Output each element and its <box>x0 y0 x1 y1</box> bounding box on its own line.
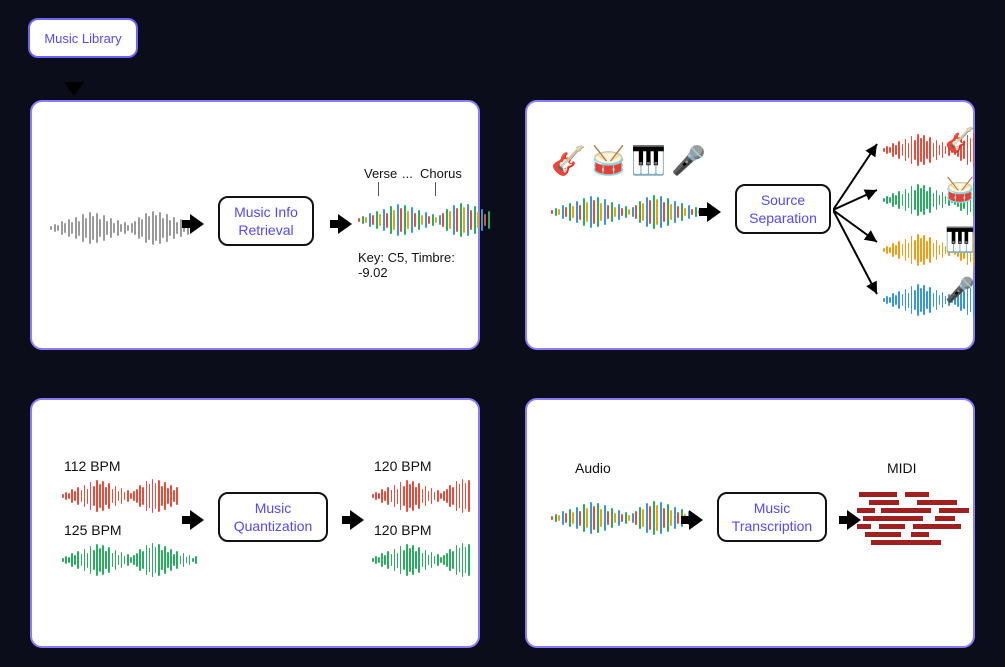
card-source-separation: 🎸 🥁 🎹 🎤 Source Separation 🎸 🥁 🎹 🎤 <box>525 100 975 350</box>
arrow-icon <box>707 202 721 222</box>
output-waveform-1-icon <box>372 478 470 514</box>
output-bpm-1: 120 BPM <box>374 458 432 474</box>
input-bpm-1: 112 BPM <box>64 458 121 474</box>
ellipsis-label: ... <box>402 166 413 181</box>
music-library-label: Music Library <box>44 31 121 46</box>
source-separation-box: Source Separation <box>735 184 831 234</box>
audio-waveform-icon <box>551 500 690 536</box>
instrument-icon-row: 🎸 🥁 🎹 🎤 <box>551 144 701 177</box>
mic-icon: 🎤 <box>671 144 701 177</box>
key-timbre-label: Key: C5, Timbre: -9.02 <box>358 250 478 280</box>
arrow-icon <box>350 510 364 530</box>
keyboard-icon: 🎹 <box>945 226 975 255</box>
input-waveform-1-icon <box>62 478 178 514</box>
chorus-label: Chorus <box>420 166 462 181</box>
card-music-info-retrieval: Music Info Retrieval Verse ... Chorus Ke… <box>30 100 480 350</box>
guitar-icon: 🎸 <box>945 126 975 155</box>
flow-arrow-icon <box>498 515 512 535</box>
guitar-icon: 🎸 <box>551 144 581 177</box>
fanout-arrows-icon <box>833 122 883 312</box>
audio-label: Audio <box>575 460 611 476</box>
music-quantization-box: Music Quantization <box>218 492 328 542</box>
input-waveform-icon <box>50 210 189 246</box>
mic-icon: 🎤 <box>945 276 975 305</box>
tick-icon <box>378 182 379 196</box>
card-music-quantization: 112 BPM 125 BPM Music Quantization 120 B… <box>30 398 480 648</box>
keyboard-icon: 🎹 <box>631 144 661 177</box>
flow-arrow-icon <box>498 218 512 238</box>
card-music-transcription: Audio Music Transcription MIDI <box>525 398 975 648</box>
drums-icon: 🥁 <box>945 176 975 205</box>
tick-icon <box>435 182 436 196</box>
music-transcription-box: Music Transcription <box>717 492 827 542</box>
input-waveform-2-icon <box>62 542 197 578</box>
arrow-icon <box>338 214 352 234</box>
verse-label: Verse <box>364 166 397 181</box>
output-waveform-2-icon <box>372 542 470 578</box>
midi-label: MIDI <box>887 460 917 476</box>
arrow-icon <box>190 214 204 234</box>
output-bpm-2: 120 BPM <box>374 522 432 538</box>
arrow-icon <box>689 510 703 530</box>
output-waveform-icon <box>358 202 490 238</box>
arrow-icon <box>190 510 204 530</box>
down-arrow-icon <box>70 70 84 96</box>
midi-pianoroll-icon <box>857 488 977 548</box>
input-bpm-2: 125 BPM <box>64 522 122 538</box>
flow-arrow-icon <box>992 218 1005 238</box>
music-library-box: Music Library <box>28 18 138 58</box>
music-info-retrieval-box: Music Info Retrieval <box>218 196 314 246</box>
drums-icon: 🥁 <box>591 144 621 177</box>
mixed-waveform-icon <box>551 194 704 230</box>
